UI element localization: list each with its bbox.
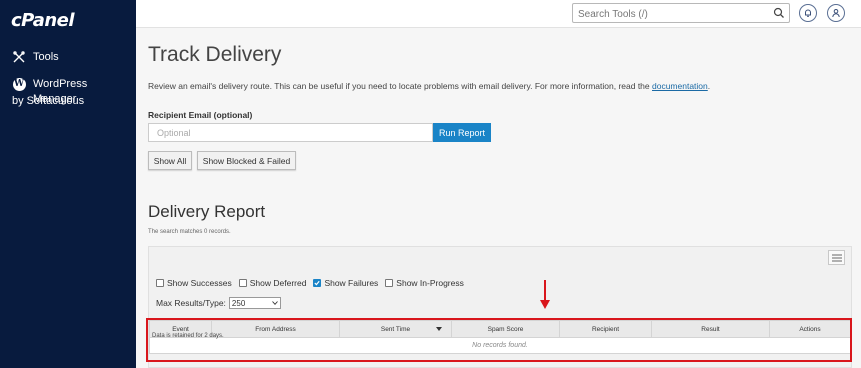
- column-header-sent-time[interactable]: Sent Time: [340, 321, 452, 337]
- wordpress-icon: W: [12, 77, 26, 91]
- sidebar-item-tools[interactable]: Tools: [12, 50, 59, 65]
- documentation-link[interactable]: documentation: [652, 81, 708, 91]
- delivery-report-table: Event From Address Sent Time Spam Score …: [149, 320, 851, 354]
- recipient-email-input[interactable]: [148, 123, 433, 142]
- column-header-from-address[interactable]: From Address: [212, 321, 340, 337]
- filter-label: Show Deferred: [249, 278, 307, 288]
- table-header: Event From Address Sent Time Spam Score …: [149, 320, 851, 338]
- chevron-down-icon: [272, 301, 278, 305]
- max-results-select[interactable]: 250: [228, 297, 281, 309]
- tools-icon: [12, 50, 26, 64]
- column-header-actions: Actions: [799, 325, 821, 333]
- sidebar-item-sublabel: by Softaculous: [12, 95, 85, 107]
- sidebar: cPanel Tools W WordPress Manager by Soft…: [0, 0, 136, 368]
- column-header-result[interactable]: Result: [652, 321, 770, 337]
- search-box: [572, 3, 790, 24]
- recipient-email-label: Recipient Email (optional): [148, 110, 253, 120]
- filter-show-deferred[interactable]: Show Deferred: [238, 278, 307, 288]
- description-end: .: [707, 81, 711, 91]
- column-header-label: Sent Time: [380, 325, 411, 333]
- filter-label: Show In-Progress: [396, 278, 464, 288]
- list-icon: [831, 254, 842, 261]
- top-bar: [136, 0, 861, 28]
- filter-checkboxes: Show Successes Show Deferred Show Failur…: [156, 278, 471, 288]
- max-results-value: 250: [231, 298, 246, 308]
- arrow-down-icon: [540, 280, 550, 309]
- sidebar-item-wordpress-manager[interactable]: W WordPress Manager by Softaculous: [12, 77, 132, 107]
- description-text: Review an email's delivery route. This c…: [148, 81, 652, 91]
- page-description: Review an email's delivery route. This c…: [148, 81, 710, 91]
- filter-show-in-progress[interactable]: Show In-Progress: [385, 278, 464, 288]
- sort-desc-icon: [436, 327, 442, 331]
- show-blocked-failed-button[interactable]: Show Blocked & Failed: [197, 151, 296, 170]
- run-report-button[interactable]: Run Report: [433, 123, 491, 142]
- search-tools-input[interactable]: [573, 5, 763, 24]
- delivery-report-title: Delivery Report: [148, 202, 266, 221]
- column-header-recipient[interactable]: Recipient: [560, 321, 652, 337]
- search-icon[interactable]: [773, 7, 785, 19]
- table-empty-row: No records found.: [149, 338, 851, 354]
- cpanel-logo[interactable]: cPanel: [11, 10, 75, 31]
- column-toggle-button[interactable]: [828, 250, 845, 265]
- column-header-spam-score[interactable]: Spam Score: [452, 321, 560, 337]
- matches-text: The search matches 0 records.: [148, 229, 231, 235]
- checkbox[interactable]: [385, 279, 394, 287]
- checkbox[interactable]: [156, 279, 164, 287]
- sidebar-item-label: Tools: [33, 51, 59, 63]
- filter-label: Show Successes: [167, 278, 232, 288]
- checkmark-icon: [314, 280, 321, 286]
- max-results-label: Max Results/Type:: [156, 298, 226, 308]
- user-icon: [832, 9, 840, 18]
- page-title: Track Delivery: [148, 43, 282, 66]
- notifications-button[interactable]: [799, 4, 817, 22]
- max-results-row: Max Results/Type: 250: [156, 297, 281, 309]
- report-panel: Show Successes Show Deferred Show Failur…: [148, 246, 852, 368]
- checkbox[interactable]: [238, 279, 247, 287]
- bell-icon: [805, 9, 811, 17]
- filter-label: Show Failures: [324, 278, 379, 288]
- checkbox-checked[interactable]: [313, 279, 322, 287]
- filter-show-successes[interactable]: Show Successes: [156, 278, 232, 288]
- user-menu-button[interactable]: [827, 4, 845, 22]
- show-all-button[interactable]: Show All: [148, 151, 192, 170]
- filter-show-failures[interactable]: Show Failures: [313, 278, 378, 288]
- retention-note: Data is retained for 2 days.: [152, 333, 224, 339]
